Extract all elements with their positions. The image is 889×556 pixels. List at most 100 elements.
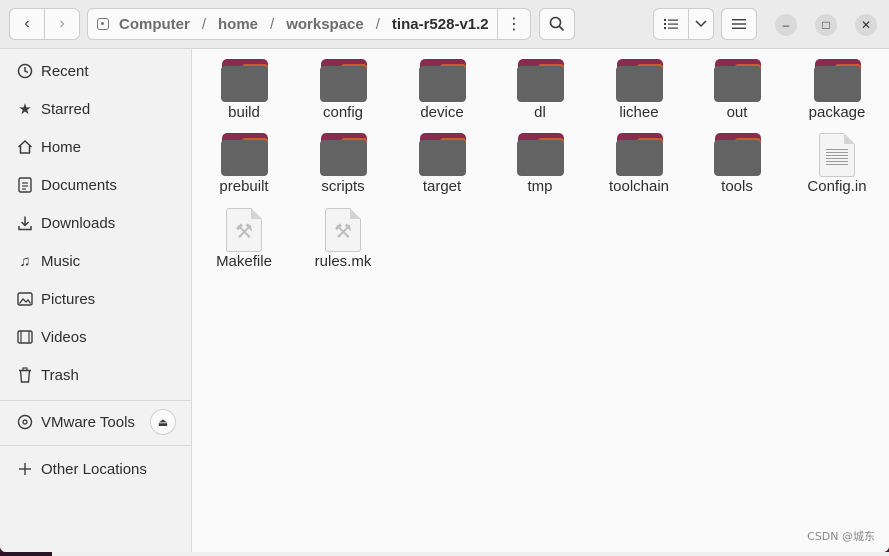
file-label: tools <box>721 178 753 195</box>
folder-package[interactable]: package <box>788 56 886 126</box>
sidebar-item-music[interactable]: ♫ Music <box>0 243 191 279</box>
folder-prebuilt[interactable]: prebuilt <box>195 130 293 200</box>
search-icon <box>549 16 565 32</box>
sidebar-item-trash[interactable]: Trash <box>0 357 191 393</box>
back-button[interactable]: ‹ <box>9 8 45 40</box>
sidebar-item-home[interactable]: Home <box>0 129 191 165</box>
sidebar-item-recent[interactable]: Recent <box>0 53 191 89</box>
search-button[interactable] <box>539 8 575 40</box>
header-bar: ‹ › Computer / home / workspace / tina-r… <box>0 0 889 49</box>
list-view-icon <box>664 19 678 29</box>
sidebar-item-pictures[interactable]: Pictures <box>0 281 191 317</box>
sidebar-item-documents[interactable]: Documents <box>0 167 191 203</box>
script-file-icon: ⚒ <box>325 208 361 252</box>
taskbar-strip <box>0 552 889 556</box>
folder-target[interactable]: target <box>393 130 491 200</box>
sidebar-item-other-locations[interactable]: Other Locations <box>0 451 191 487</box>
file-config-in[interactable]: Config.in <box>788 130 886 200</box>
picture-icon <box>16 290 34 308</box>
sidebar: Recent ★ Starred Home Documents Download… <box>0 49 192 552</box>
main-menu-button[interactable] <box>721 8 757 40</box>
path-crumb-current[interactable]: tina-r528-v1.2 <box>391 16 490 33</box>
path-separator: / <box>270 15 275 33</box>
maximize-icon: □ <box>822 18 830 32</box>
file-label: package <box>808 104 866 121</box>
folder-config[interactable]: config <box>294 56 392 126</box>
folder-out[interactable]: out <box>688 56 786 126</box>
folder-dl[interactable]: dl <box>491 56 589 126</box>
plus-icon <box>16 460 34 478</box>
folder-build[interactable]: build <box>195 56 293 126</box>
trash-icon <box>16 366 34 384</box>
folder-icon <box>419 59 466 103</box>
minimize-button[interactable]: – <box>775 14 797 36</box>
folder-icon <box>221 133 268 177</box>
folder-tools[interactable]: tools <box>688 130 786 200</box>
path-separator: / <box>201 15 207 33</box>
disc-icon <box>16 413 34 431</box>
file-manager-window: ‹ › Computer / home / workspace / tina-r… <box>0 0 889 552</box>
folder-icon <box>517 133 564 177</box>
sidebar-item-label: Music <box>41 252 81 270</box>
file-grid: build config device dl lichee out packag… <box>192 49 889 552</box>
file-label: dl <box>534 104 546 121</box>
sidebar-item-label: Documents <box>41 176 117 194</box>
file-label: prebuilt <box>219 178 269 195</box>
file-makefile[interactable]: ⚒ Makefile <box>195 205 293 275</box>
folder-icon <box>814 59 861 103</box>
sidebar-item-label: Starred <box>41 100 91 118</box>
file-label: out <box>726 104 748 121</box>
document-icon <box>16 176 34 194</box>
folder-icon <box>221 59 268 103</box>
file-label: toolchain <box>608 178 670 195</box>
file-label: tmp <box>527 178 553 195</box>
path-bar: Computer / home / workspace / tina-r528-… <box>87 8 498 40</box>
path-separator: / <box>375 15 380 33</box>
star-icon: ★ <box>18 101 32 118</box>
sidebar-item-label: Other Locations <box>41 460 147 478</box>
path-crumb-home[interactable]: home <box>217 16 259 33</box>
disk-icon <box>97 18 109 30</box>
view-options-dropdown[interactable] <box>688 8 714 40</box>
download-icon <box>16 214 34 232</box>
eject-button[interactable]: ⏏ <box>150 409 176 435</box>
sidebar-item-starred[interactable]: ★ Starred <box>0 91 191 127</box>
folder-icon <box>419 133 466 177</box>
folder-icon <box>714 59 761 103</box>
file-label: target <box>422 178 462 195</box>
home-icon <box>16 138 34 156</box>
sidebar-item-downloads[interactable]: Downloads <box>0 205 191 241</box>
folder-tmp[interactable]: tmp <box>491 130 589 200</box>
file-label: lichee <box>619 104 659 121</box>
maximize-button[interactable]: □ <box>815 14 837 36</box>
chevron-right-icon: › <box>59 15 65 32</box>
chevron-left-icon: ‹ <box>24 15 30 32</box>
watermark: CSDN @城东 <box>807 530 875 543</box>
sidebar-item-videos[interactable]: Videos <box>0 319 191 355</box>
file-label: rules.mk <box>314 253 372 270</box>
folder-toolchain[interactable]: toolchain <box>590 130 688 200</box>
folder-device[interactable]: device <box>393 56 491 126</box>
folder-icon <box>320 59 367 103</box>
hamburger-icon <box>732 19 746 29</box>
folder-lichee[interactable]: lichee <box>590 56 688 126</box>
sidebar-item-label: Downloads <box>41 214 116 232</box>
path-crumb-computer[interactable]: Computer <box>118 16 191 33</box>
vertical-dots-icon: ⋮ <box>506 16 522 33</box>
video-icon <box>16 328 34 346</box>
text-file-icon <box>819 133 855 177</box>
folder-icon <box>517 59 564 103</box>
close-button[interactable]: ✕ <box>855 14 877 36</box>
path-crumb-workspace[interactable]: workspace <box>285 16 365 33</box>
file-rules-mk[interactable]: ⚒ rules.mk <box>294 205 392 275</box>
file-label: Makefile <box>216 253 272 270</box>
folder-icon <box>616 59 663 103</box>
folder-scripts[interactable]: scripts <box>294 130 392 200</box>
clock-icon <box>16 62 34 80</box>
file-label: build <box>228 104 260 121</box>
minimize-icon: – <box>782 18 790 32</box>
list-view-button[interactable] <box>653 8 689 40</box>
folder-icon <box>320 133 367 177</box>
forward-button[interactable]: › <box>44 8 80 40</box>
path-menu-button[interactable]: ⋮ <box>497 8 531 40</box>
